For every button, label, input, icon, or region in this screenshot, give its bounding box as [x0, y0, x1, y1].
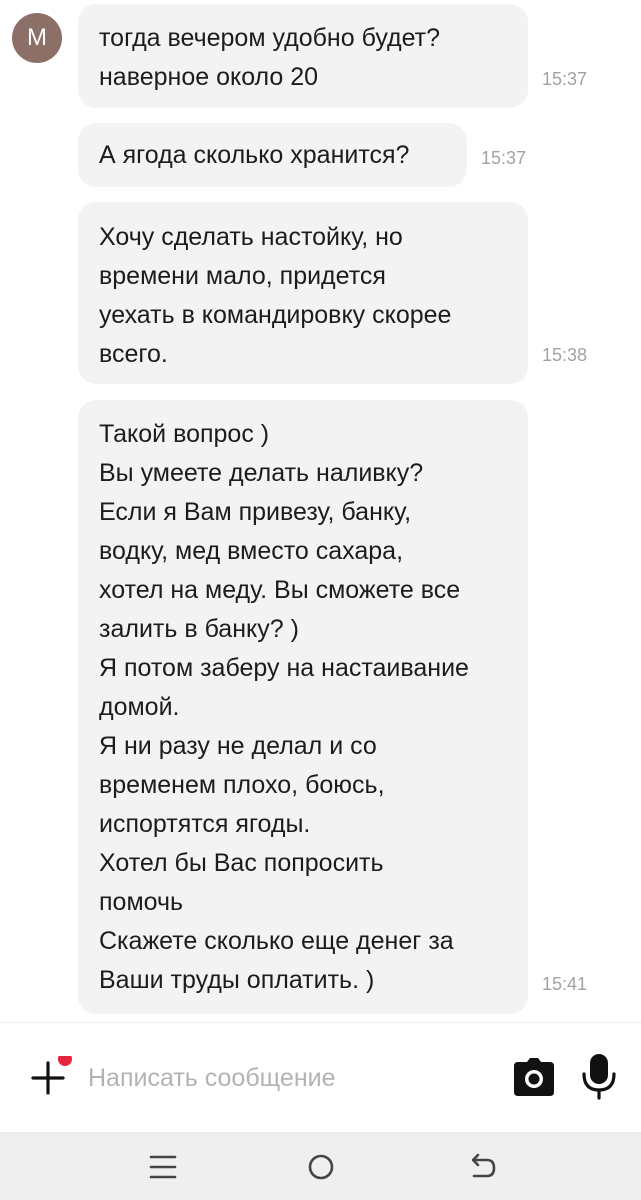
camera-icon — [514, 1058, 554, 1096]
message-time: 15:41 — [542, 974, 588, 994]
message-input[interactable] — [88, 1058, 488, 1098]
camera-button[interactable] — [514, 1058, 554, 1096]
microphone-button[interactable] — [580, 1052, 618, 1100]
menu-icon — [149, 1155, 177, 1179]
message-bubble[interactable]: Хочу сделать настойку, но времени мало, … — [78, 202, 587, 384]
messenger-screen: M тогда вечером удобно будет? наверное о… — [0, 0, 641, 1200]
message-bubble[interactable]: А ягода сколько хранится? 15:37 — [78, 123, 526, 187]
message-time: 15:37 — [542, 69, 588, 89]
microphone-icon — [582, 1054, 616, 1100]
avatar-letter: M — [27, 24, 47, 51]
message-text: Хочу сделать настойку, но времени мало, … — [99, 223, 452, 368]
message-text: тогда вечером удобно будет? наверное око… — [99, 24, 441, 91]
recent-apps-button[interactable] — [146, 1150, 180, 1184]
attach-button[interactable] — [30, 1052, 74, 1100]
back-icon — [471, 1153, 496, 1178]
plus-icon — [31, 1052, 72, 1095]
message-text: Такой вопрос ) Вы умеете делать наливку?… — [99, 420, 469, 994]
message-text: А ягода сколько хранится? — [99, 141, 410, 169]
message-time: 15:38 — [542, 345, 588, 365]
message-time: 15:37 — [481, 148, 527, 168]
chat-history[interactable]: M тогда вечером удобно будет? наверное о… — [0, 0, 641, 1022]
notification-dot — [58, 1052, 72, 1066]
back-button[interactable] — [465, 1150, 499, 1184]
home-button[interactable] — [304, 1150, 338, 1184]
message-bubble[interactable]: тогда вечером удобно будет? наверное око… — [78, 4, 587, 108]
home-circle-icon — [308, 1154, 334, 1180]
message-bubble[interactable]: Такой вопрос ) Вы умеете делать наливку?… — [78, 400, 587, 1014]
contact-avatar[interactable]: M — [12, 13, 62, 63]
